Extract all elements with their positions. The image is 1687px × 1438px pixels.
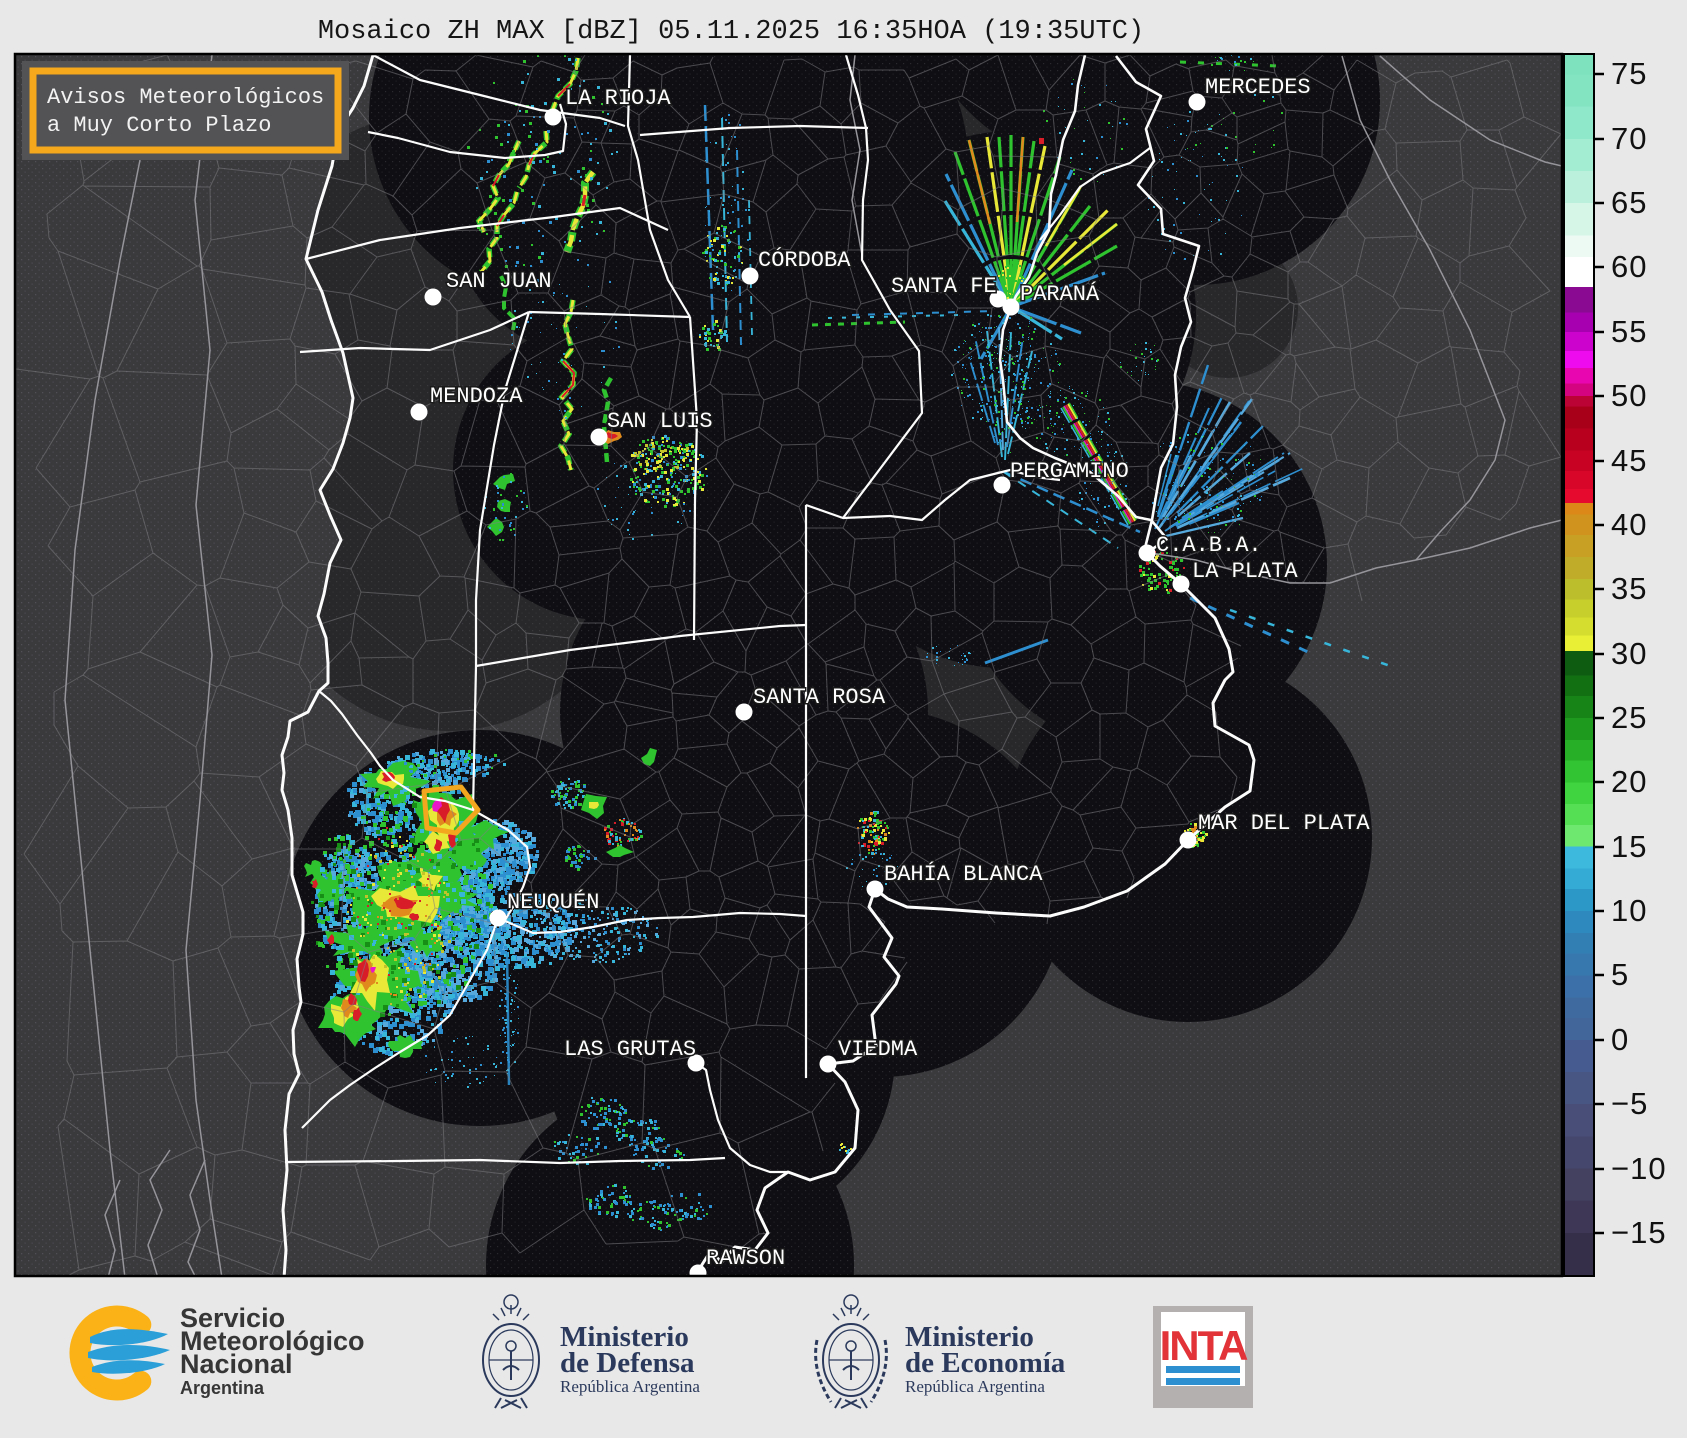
svg-text:República Argentina: República Argentina (560, 1377, 700, 1396)
svg-text:Mosaico ZH MAX [dBZ] 05.11.202: Mosaico ZH MAX [dBZ] 05.11.2025 16:35HOA… (318, 17, 1144, 47)
svg-text:NEUQUÉN: NEUQUÉN (507, 889, 599, 915)
svg-text:70: 70 (1611, 121, 1647, 156)
svg-text:MERCEDES: MERCEDES (1205, 75, 1311, 100)
svg-text:0: 0 (1611, 1022, 1629, 1057)
svg-text:−5: −5 (1611, 1086, 1648, 1121)
svg-text:30: 30 (1611, 636, 1647, 671)
svg-text:50: 50 (1611, 378, 1647, 413)
svg-text:MAR DEL PLATA: MAR DEL PLATA (1198, 811, 1370, 836)
svg-text:SANTA FE: SANTA FE (891, 274, 997, 299)
svg-text:de Defensa: de Defensa (560, 1347, 695, 1379)
svg-text:Nacional: Nacional (180, 1349, 293, 1379)
svg-text:a Muy Corto Plazo: a Muy Corto Plazo (47, 113, 271, 138)
svg-text:BAHÍA BLANCA: BAHÍA BLANCA (884, 861, 1043, 887)
svg-text:45: 45 (1611, 443, 1647, 478)
svg-text:MENDOZA: MENDOZA (430, 384, 523, 409)
svg-text:República Argentina: República Argentina (905, 1377, 1045, 1396)
svg-text:15: 15 (1611, 829, 1647, 864)
svg-text:VIEDMA: VIEDMA (838, 1037, 918, 1062)
svg-text:INTA: INTA (1160, 1322, 1249, 1369)
svg-text:CÓRDOBA: CÓRDOBA (758, 247, 851, 273)
svg-text:60: 60 (1611, 249, 1647, 284)
svg-text:10: 10 (1611, 893, 1647, 928)
svg-text:55: 55 (1611, 314, 1647, 349)
svg-text:5: 5 (1611, 957, 1629, 992)
svg-text:SAN JUAN: SAN JUAN (446, 269, 552, 294)
svg-text:LA PLATA: LA PLATA (1192, 559, 1298, 584)
svg-text:LAS GRUTAS: LAS GRUTAS (564, 1037, 696, 1062)
svg-text:SANTA ROSA: SANTA ROSA (753, 685, 886, 710)
svg-text:−15: −15 (1611, 1215, 1667, 1250)
svg-text:25: 25 (1611, 700, 1647, 735)
svg-text:RAWSON: RAWSON (706, 1246, 785, 1271)
svg-text:65: 65 (1611, 185, 1647, 220)
svg-text:PARANÁ: PARANÁ (1020, 281, 1100, 307)
svg-text:35: 35 (1611, 571, 1647, 606)
svg-text:LA RIOJA: LA RIOJA (565, 86, 671, 111)
svg-text:Argentina: Argentina (180, 1378, 265, 1398)
svg-text:75: 75 (1611, 56, 1647, 91)
svg-text:−10: −10 (1611, 1151, 1667, 1186)
svg-text:PERGAMINO: PERGAMINO (1010, 459, 1129, 484)
svg-text:C.A.B.A.: C.A.B.A. (1156, 533, 1262, 558)
svg-text:SAN LUIS: SAN LUIS (607, 409, 713, 434)
svg-text:20: 20 (1611, 764, 1647, 799)
svg-text:40: 40 (1611, 507, 1647, 542)
svg-text:de Economía: de Economía (905, 1347, 1066, 1379)
svg-text:Avisos Meteorológicos: Avisos Meteorológicos (47, 85, 324, 110)
